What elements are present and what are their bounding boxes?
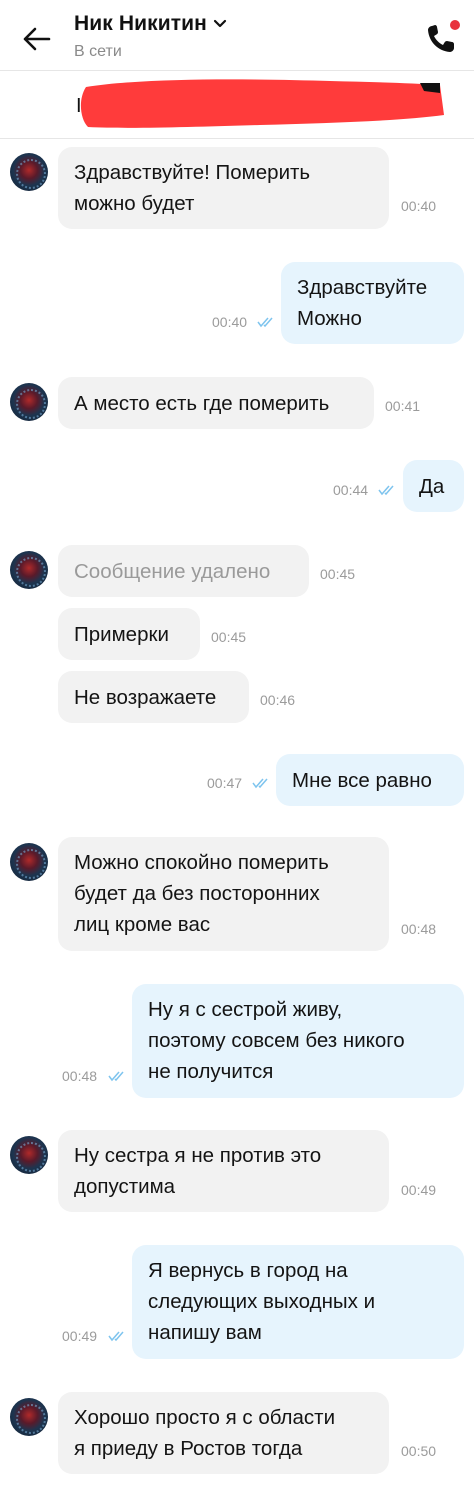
message-time: 00:47 <box>207 775 243 791</box>
message-time: 00:40 <box>401 198 437 214</box>
chat-screen: Ник Никитин В сети I Здравствуйте! Помер… <box>0 0 474 1489</box>
message-time: 00:49 <box>62 1328 98 1344</box>
call-notification-badge <box>450 20 460 30</box>
message-time: 00:50 <box>401 1443 437 1459</box>
contact-avatar[interactable] <box>10 1136 48 1174</box>
outgoing-message-bubble[interactable]: Я вернусь в город на следующих выходных … <box>132 1245 464 1359</box>
chevron-down-icon <box>213 19 227 28</box>
read-check-icon <box>108 1071 124 1082</box>
contact-name: Ник Никитин <box>74 12 207 35</box>
listing-divider <box>0 138 474 139</box>
incoming-message-bubble[interactable]: Хорошо просто я с области я приеду в Рос… <box>58 1392 389 1474</box>
listing-info-bar[interactable]: I <box>0 71 474 139</box>
message-time: 00:45 <box>320 566 356 582</box>
contact-avatar[interactable] <box>10 843 48 881</box>
online-status: В сети <box>74 43 122 60</box>
contact-avatar[interactable] <box>10 383 48 421</box>
read-check-icon <box>257 317 273 328</box>
incoming-message-bubble[interactable]: Можно спокойно померить будет да без пос… <box>58 837 389 951</box>
message-time: 00:49 <box>401 1182 437 1198</box>
contact-avatar[interactable] <box>10 153 48 191</box>
contact-name-button[interactable]: Ник Никитин <box>74 12 227 36</box>
message-time: 00:48 <box>401 921 437 937</box>
incoming-message-bubble[interactable]: А место есть где померить <box>58 377 374 429</box>
outgoing-message-bubble[interactable]: Мне все равно <box>276 754 464 806</box>
redaction-scribble <box>80 79 445 128</box>
message-time: 00:40 <box>212 314 248 330</box>
message-time: 00:44 <box>333 482 369 498</box>
back-arrow-icon[interactable] <box>22 26 52 52</box>
message-time: 00:41 <box>385 398 421 414</box>
message-time: 00:46 <box>260 692 296 708</box>
incoming-message-bubble[interactable]: Здравствуйте! Померить можно будет <box>58 147 389 229</box>
incoming-message-bubble[interactable]: Не возражаете <box>58 671 249 723</box>
read-check-icon <box>108 1331 124 1342</box>
contact-avatar[interactable] <box>10 1398 48 1436</box>
deleted-message-bubble[interactable]: Сообщение удалено <box>58 545 309 597</box>
outgoing-message-bubble[interactable]: Здравствуйте Можно <box>281 262 464 344</box>
incoming-message-bubble[interactable]: Ну сестра я не против это допустима <box>58 1130 389 1212</box>
outgoing-message-bubble[interactable]: Да <box>403 460 464 512</box>
outgoing-message-bubble[interactable]: Ну я с сестрой живу, поэтому совсем без … <box>132 984 464 1098</box>
read-check-icon <box>378 485 394 496</box>
message-time: 00:48 <box>62 1068 98 1084</box>
read-check-icon <box>252 778 268 789</box>
chat-header: Ник Никитин В сети <box>0 0 474 70</box>
contact-avatar[interactable] <box>10 551 48 589</box>
incoming-message-bubble[interactable]: Примерки <box>58 608 200 660</box>
message-time: 00:45 <box>211 629 247 645</box>
